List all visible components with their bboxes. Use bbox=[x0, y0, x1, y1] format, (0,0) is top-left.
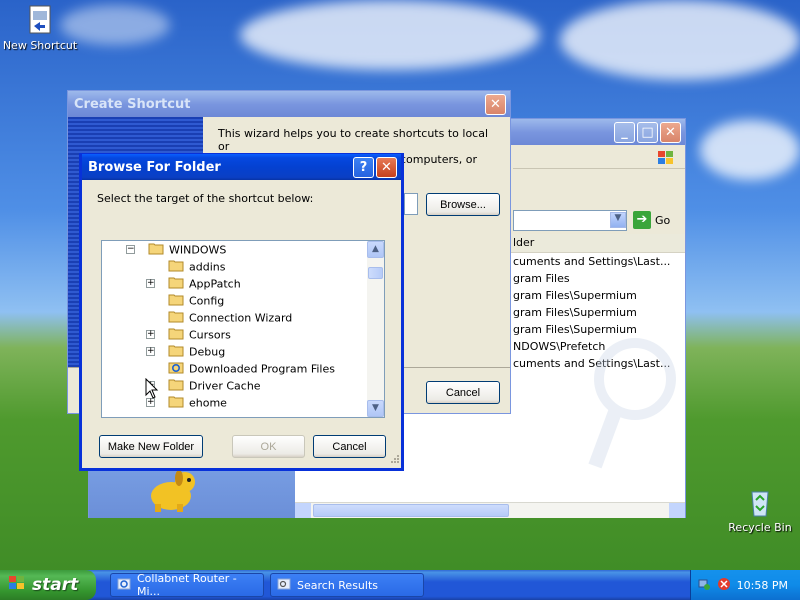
close-button[interactable]: ✕ bbox=[660, 121, 681, 143]
tree-node-label: addins bbox=[189, 260, 226, 274]
tree-node-label: Cursors bbox=[189, 328, 231, 342]
mouse-pointer-icon bbox=[145, 377, 159, 403]
result-row[interactable]: cuments and Settings\Last... bbox=[513, 253, 685, 270]
taskbar-item-collabnet-router[interactable]: Collabnet Router - Mi... bbox=[110, 572, 264, 598]
tree-node[interactable]: + Debug bbox=[102, 343, 368, 360]
dialog-title: Browse For Folder bbox=[88, 159, 221, 175]
windows-logo-icon bbox=[8, 575, 26, 596]
tree-node[interactable]: +Driver Cache bbox=[102, 377, 368, 394]
tree-node[interactable]: + AppPatch bbox=[102, 275, 368, 292]
tree-node-label: Driver Cache bbox=[189, 379, 261, 393]
shortcut-file-icon bbox=[24, 4, 56, 36]
security-alert-tray-icon[interactable] bbox=[717, 577, 731, 594]
tree-node-label: Connection Wizard bbox=[189, 311, 293, 325]
make-new-folder-button[interactable]: Make New Folder bbox=[99, 435, 203, 458]
tree-node[interactable]: Config bbox=[102, 292, 368, 309]
result-row[interactable]: gram Files bbox=[513, 270, 685, 287]
browse-for-folder-dialog: Browse For Folder ? ✕ Select the target … bbox=[79, 153, 404, 471]
tree-node[interactable]: + ehome bbox=[102, 394, 368, 411]
start-label: start bbox=[32, 575, 79, 595]
close-button[interactable]: ✕ bbox=[485, 93, 506, 115]
result-row[interactable]: gram Files\Supermium bbox=[513, 304, 685, 321]
ok-button[interactable]: OK bbox=[232, 435, 305, 458]
go-arrow-icon: ➔ bbox=[633, 211, 651, 229]
cancel-button[interactable]: Cancel bbox=[426, 381, 500, 404]
taskbar-item-label: Search Results bbox=[297, 578, 379, 592]
tree-node[interactable]: addins bbox=[102, 258, 368, 275]
scroll-up-button[interactable]: ▲ bbox=[367, 241, 384, 258]
cancel-button[interactable]: Cancel bbox=[313, 435, 386, 458]
folder-icon bbox=[168, 394, 184, 413]
address-bar: ▼ ➔ Go bbox=[513, 210, 685, 232]
taskbar-item-search-results[interactable]: Search Results bbox=[270, 573, 424, 597]
scroll-thumb[interactable] bbox=[313, 504, 509, 517]
windows-logo-icon bbox=[657, 150, 675, 169]
tree-node[interactable]: + Cursors bbox=[102, 326, 368, 343]
browse-button[interactable]: Browse... bbox=[426, 193, 500, 216]
collapse-icon[interactable]: − bbox=[126, 245, 135, 254]
expand-icon[interactable]: + bbox=[146, 330, 155, 339]
vertical-scrollbar[interactable]: ▲ ▼ bbox=[367, 241, 384, 417]
menu-bar bbox=[513, 147, 685, 169]
prompt-text: Select the target of the shortcut below: bbox=[97, 192, 314, 205]
desktop-icon-label: New Shortcut bbox=[2, 39, 78, 52]
ie-window-icon bbox=[117, 577, 131, 594]
location-input[interactable] bbox=[404, 193, 418, 215]
folder-tree[interactable]: − WINDOWS addins + AppPatch Config Connection … bbox=[101, 240, 385, 418]
scroll-right-button[interactable] bbox=[669, 503, 685, 518]
clock[interactable]: 10:58 PM bbox=[737, 579, 788, 592]
search-dog-icon bbox=[145, 468, 199, 515]
column-header-label: lder bbox=[513, 236, 535, 249]
desktop-icon-label: Recycle Bin bbox=[728, 521, 792, 534]
scroll-down-button[interactable]: ▼ bbox=[367, 400, 384, 417]
tree-node[interactable]: Downloaded Program Files bbox=[102, 360, 368, 377]
search-window-icon bbox=[277, 577, 291, 594]
address-dropdown-button[interactable]: ▼ bbox=[610, 212, 626, 228]
create-shortcut-titlebar: Create Shortcut ✕ bbox=[68, 91, 510, 117]
maximize-button[interactable]: □ bbox=[637, 121, 658, 143]
taskbar-item-label: Collabnet Router - Mi... bbox=[137, 572, 237, 598]
tree-node[interactable]: − WINDOWS bbox=[102, 241, 368, 258]
tree-rows: − WINDOWS addins + AppPatch Config Connection … bbox=[102, 241, 368, 411]
help-button[interactable]: ? bbox=[353, 156, 374, 178]
go-label: Go bbox=[655, 213, 671, 227]
description-line: This wizard helps you to create shortcut… bbox=[218, 127, 489, 153]
tree-node-label: Config bbox=[189, 294, 225, 308]
expand-icon[interactable]: + bbox=[146, 279, 155, 288]
recycle-bin-icon bbox=[744, 486, 776, 518]
tree-node[interactable]: Connection Wizard bbox=[102, 309, 368, 326]
resize-grip-icon[interactable] bbox=[389, 453, 399, 466]
scroll-thumb[interactable] bbox=[368, 267, 383, 279]
tree-node-label: ehome bbox=[189, 396, 227, 410]
system-tray: 10:58 PM bbox=[690, 570, 800, 600]
browse-titlebar: Browse For Folder ? ✕ bbox=[82, 154, 401, 180]
result-row[interactable]: gram Files\Supermium bbox=[513, 287, 685, 304]
network-tray-icon[interactable] bbox=[697, 577, 711, 594]
expand-icon[interactable]: + bbox=[146, 347, 155, 356]
close-button[interactable]: ✕ bbox=[376, 156, 397, 178]
minimize-button[interactable]: _ bbox=[614, 121, 635, 143]
start-button[interactable]: start bbox=[0, 570, 96, 600]
scroll-left-button[interactable] bbox=[295, 503, 311, 518]
horizontal-scrollbar[interactable] bbox=[295, 502, 685, 518]
tree-node-label: WINDOWS bbox=[169, 243, 227, 257]
tree-node-label: Downloaded Program Files bbox=[189, 362, 335, 376]
desktop-icon-recycle-bin[interactable]: Recycle Bin bbox=[720, 486, 800, 534]
taskbar: start Collabnet Router - Mi... Search Re… bbox=[0, 570, 800, 600]
go-button[interactable]: ➔ Go bbox=[633, 211, 670, 229]
desktop-icon-new-shortcut[interactable]: New Shortcut bbox=[0, 4, 80, 52]
window-title: Create Shortcut bbox=[74, 96, 191, 112]
magnifier-watermark-icon bbox=[585, 334, 685, 477]
tree-node-label: Debug bbox=[189, 345, 226, 359]
tree-node-label: AppPatch bbox=[189, 277, 241, 291]
